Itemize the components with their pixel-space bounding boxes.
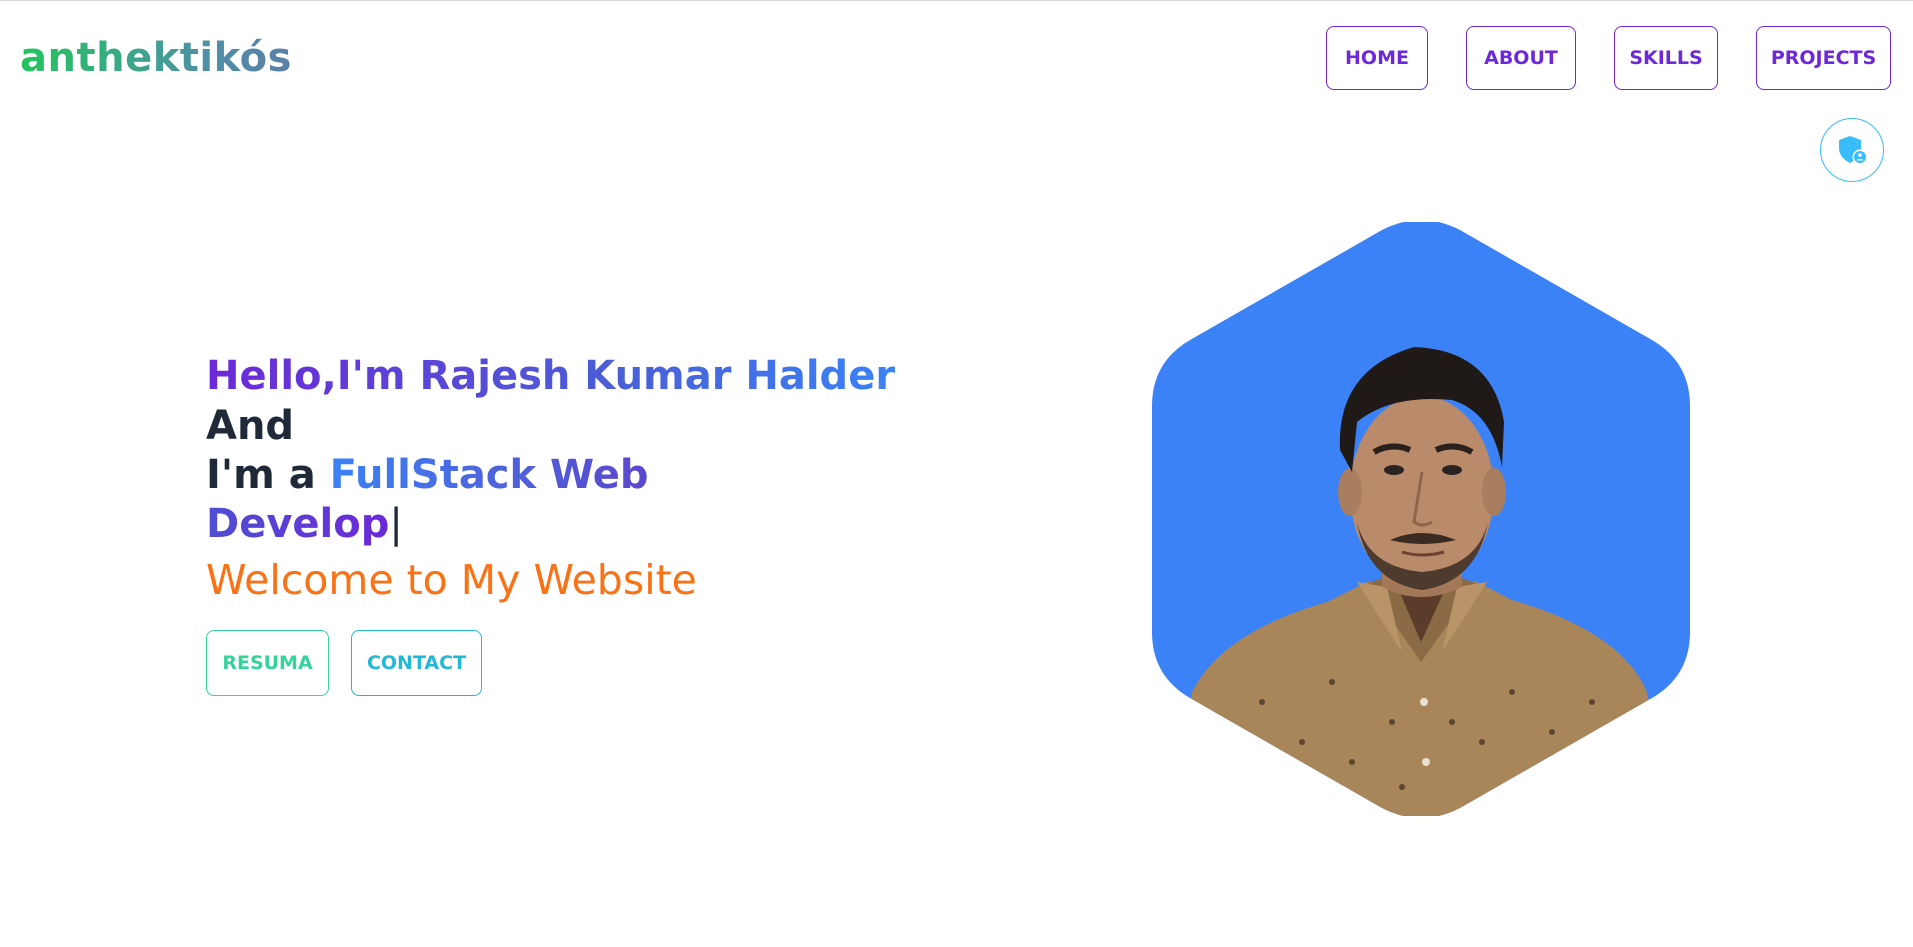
nav-about[interactable]: ABOUT [1466, 26, 1576, 90]
hero-role-line: I'm a FullStack Web [206, 450, 649, 500]
hero-and: And [206, 403, 295, 449]
typing-cursor: | [389, 501, 403, 547]
profile-hexagon [1152, 222, 1690, 816]
brand-logo[interactable]: anthektikós [20, 34, 292, 82]
welcome-text: Welcome to My Website [206, 556, 697, 604]
privacy-shield-button[interactable] [1820, 118, 1884, 182]
hero-role-line-2: Develop| [206, 499, 403, 549]
role-prefix: I'm a [206, 452, 330, 498]
shield-user-icon [1839, 136, 1868, 165]
nav-skills[interactable]: SKILLS [1614, 26, 1718, 90]
resume-button[interactable]: RESUMA [206, 630, 329, 696]
role-text-1: FullStack Web [329, 452, 649, 498]
top-divider [0, 0, 1913, 1]
hero-greeting: Hello,I'm Rajesh Kumar Halder [206, 351, 895, 401]
role-text-2: Develop [206, 501, 390, 547]
nav-home[interactable]: HOME [1326, 26, 1428, 90]
profile-photo [1152, 222, 1690, 816]
greeting-text: Hello,I'm Rajesh Kumar Halder [206, 353, 896, 399]
contact-button[interactable]: CONTACT [351, 630, 482, 696]
nav-projects[interactable]: PROJECTS [1756, 26, 1891, 90]
